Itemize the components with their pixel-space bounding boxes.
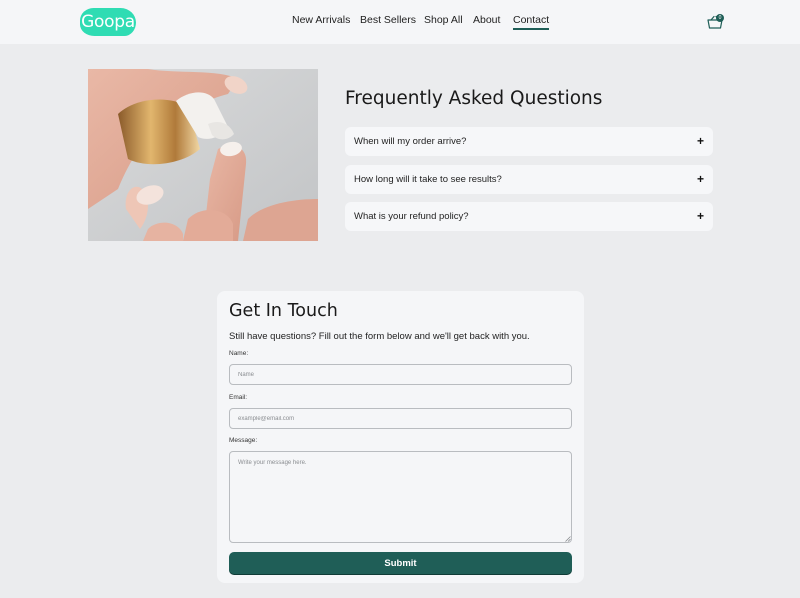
name-label: Name:	[229, 350, 249, 357]
nav-item-about[interactable]: About	[473, 14, 500, 26]
faq-title: Frequently Asked Questions	[345, 88, 603, 109]
nav-item-shop-all[interactable]: Shop All	[424, 14, 463, 26]
cart-count-badge: 0	[716, 14, 724, 22]
email-input[interactable]	[229, 408, 572, 429]
contact-title: Get In Touch	[229, 301, 338, 321]
site-header: Goopa New Arrivals Best Sellers Shop All…	[0, 0, 800, 44]
faq-question: How long will it take to see results?	[354, 174, 502, 185]
faq-question: When will my order arrive?	[354, 136, 467, 147]
nav-item-new-arrivals[interactable]: New Arrivals	[292, 14, 350, 26]
plus-icon[interactable]: +	[697, 172, 704, 186]
plus-icon[interactable]: +	[697, 209, 704, 223]
message-textarea[interactable]	[229, 451, 572, 543]
contact-subtitle: Still have questions? Fill out the form …	[229, 331, 530, 342]
faq-question: What is your refund policy?	[354, 211, 469, 222]
faq-item[interactable]: When will my order arrive? +	[345, 127, 713, 156]
faq-item[interactable]: What is your refund policy? +	[345, 202, 713, 231]
contact-form-card: Get In Touch Still have questions? Fill …	[217, 291, 584, 583]
message-label: Message:	[229, 437, 258, 444]
plus-icon[interactable]: +	[697, 134, 704, 148]
hero-image	[88, 69, 318, 241]
name-input[interactable]	[229, 364, 572, 385]
nav-item-contact[interactable]: Contact	[513, 14, 550, 30]
email-label: Email:	[229, 394, 248, 401]
main-nav: New Arrivals Best Sellers Shop All About…	[0, 0, 800, 44]
hand-dispensing-serum-photo	[88, 69, 318, 241]
submit-button[interactable]: Submit	[229, 552, 572, 574]
nav-item-best-sellers[interactable]: Best Sellers	[360, 14, 416, 26]
resize-grip-icon[interactable]	[565, 536, 571, 542]
faq-item[interactable]: How long will it take to see results? +	[345, 165, 713, 194]
